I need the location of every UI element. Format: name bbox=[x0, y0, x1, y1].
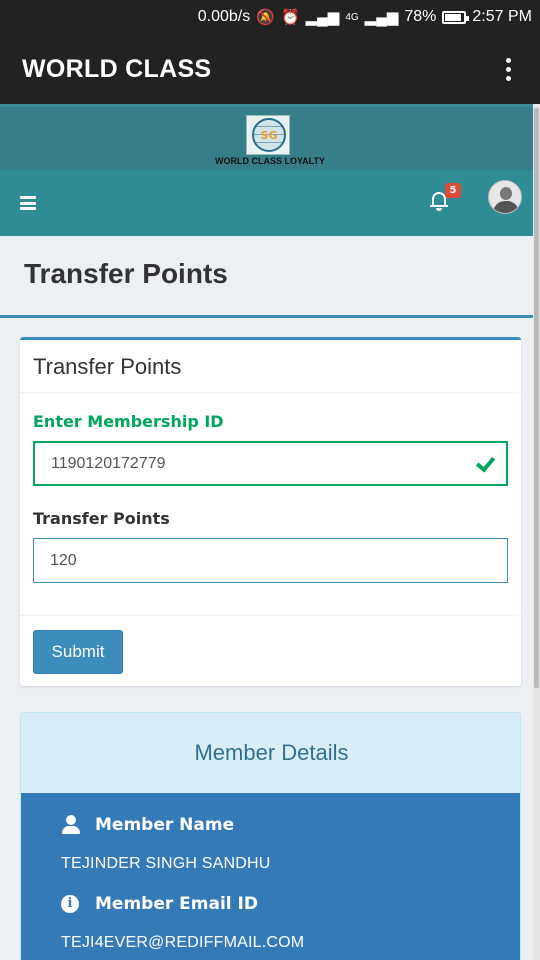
transfer-form-box: Transfer Points Enter Membership ID 1190… bbox=[20, 337, 521, 686]
content-header: Transfer Points bbox=[0, 236, 533, 318]
box-title: Transfer Points bbox=[33, 354, 182, 379]
member-details-panel: Member Details Member Name TEJINDER SING… bbox=[20, 712, 521, 960]
member-details-heading: Member Details bbox=[21, 713, 520, 793]
user-icon bbox=[61, 815, 81, 835]
transfer-points-label: Transfer Points bbox=[33, 509, 170, 528]
battery-percent: 78% bbox=[404, 8, 437, 25]
member-name-row: Member Name bbox=[61, 815, 234, 835]
divider bbox=[20, 392, 521, 393]
membership-id-input[interactable]: 1190120172779 bbox=[33, 441, 508, 486]
overflow-menu-icon[interactable] bbox=[498, 57, 518, 81]
mute-icon: 🔕 bbox=[256, 9, 275, 26]
logo-bar: SG WORLD CLASS LOYALTY bbox=[0, 104, 540, 170]
app-title: WORLD CLASS bbox=[22, 54, 212, 83]
top-navbar bbox=[0, 170, 540, 236]
page-title: Transfer Points bbox=[24, 258, 228, 289]
member-details-body: Member Name TEJINDER SINGH SANDHU i Memb… bbox=[21, 793, 520, 960]
member-name-label: Member Name bbox=[95, 815, 235, 835]
hamburger-menu-icon[interactable] bbox=[20, 196, 36, 210]
globe-icon: SG bbox=[252, 118, 286, 152]
membership-id-label: Enter Membership ID bbox=[33, 412, 224, 431]
signal-icon: ▂▄▆ bbox=[305, 9, 340, 26]
membership-id-value: 1190120172779 bbox=[51, 454, 166, 472]
user-avatar[interactable] bbox=[488, 180, 522, 214]
brand-logo[interactable]: SG bbox=[246, 115, 290, 155]
clock: 2:57 PM bbox=[472, 8, 532, 25]
logo-monogram: SG bbox=[260, 129, 278, 142]
member-email-row: i Member Email ID bbox=[61, 894, 258, 914]
scrollbar-thumb[interactable] bbox=[534, 108, 539, 688]
status-bar: 0.00b/s 🔕 ⏰ ▂▄▆ 4G ▂▄▆ 78% 2:57 PM bbox=[0, 0, 540, 34]
info-icon: i bbox=[61, 895, 79, 913]
alarm-icon: ⏰ bbox=[280, 9, 300, 26]
notification-badge: 5 bbox=[445, 183, 461, 198]
transfer-points-input[interactable]: 120 bbox=[33, 538, 508, 583]
net-speed: 0.00b/s bbox=[197, 8, 251, 25]
battery-icon bbox=[442, 10, 470, 24]
divider bbox=[20, 615, 521, 616]
network-type: 4G bbox=[345, 11, 359, 23]
member-email-value: TEJI4EVER@REDIFFMAIL.COM bbox=[61, 934, 305, 951]
transfer-points-value: 120 bbox=[50, 551, 77, 569]
app-bar: WORLD CLASS bbox=[0, 34, 540, 104]
submit-button[interactable]: Submit bbox=[33, 630, 123, 674]
signal-icon-2: ▂▄▆ bbox=[364, 9, 399, 26]
member-name-value: TEJINDER SINGH SANDHU bbox=[61, 855, 271, 872]
member-email-label: Member Email ID bbox=[95, 894, 258, 914]
logo-caption: WORLD CLASS LOYALTY bbox=[215, 156, 325, 166]
checkmark-icon bbox=[476, 453, 496, 473]
